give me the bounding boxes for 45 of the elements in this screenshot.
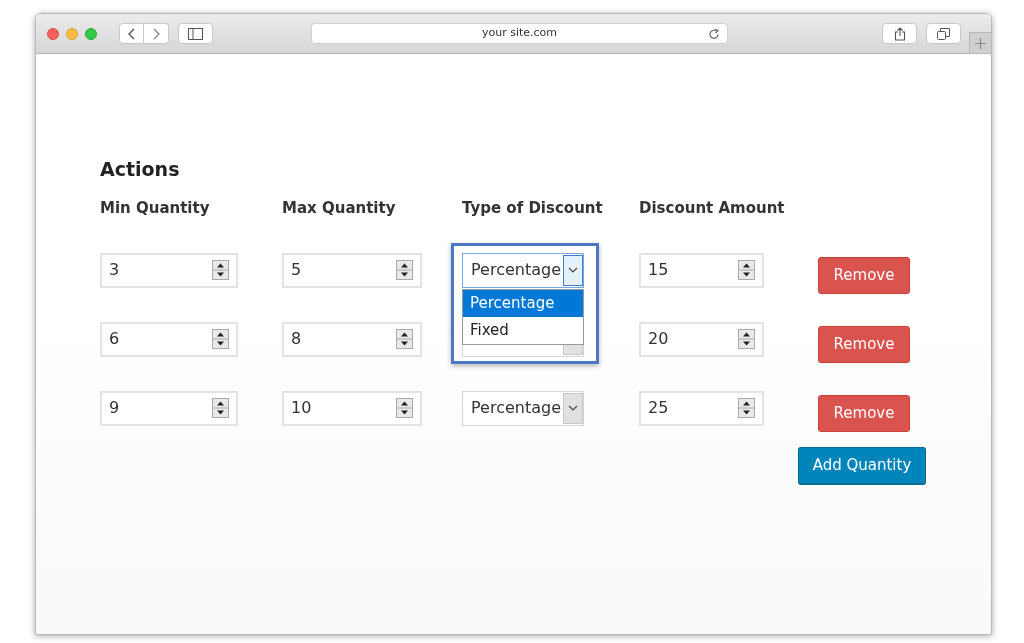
number-field[interactable]: 20 [639, 321, 764, 357]
number-field[interactable]: 6 [100, 321, 238, 357]
spinner-icon[interactable] [738, 260, 755, 280]
sidebar-icon [188, 27, 203, 40]
column-header: Min Quantity [100, 198, 211, 219]
dropdown-option[interactable]: Percentage [463, 289, 583, 317]
column-header: Max Quantity [282, 198, 397, 219]
chevron-down-icon[interactable] [563, 392, 583, 424]
tabs-icon [937, 27, 950, 40]
share-button[interactable] [882, 23, 917, 44]
number-field[interactable]: 5 [282, 252, 422, 288]
section-heading: Actions [100, 157, 181, 181]
address-bar[interactable]: your site.com [311, 23, 728, 44]
spinner-icon[interactable] [396, 398, 413, 418]
select-field[interactable]: Percentage [462, 390, 584, 426]
close-window-icon[interactable] [47, 27, 59, 40]
number-field[interactable]: 10 [282, 390, 422, 426]
spinner-icon[interactable] [212, 329, 229, 349]
remove-button[interactable]: Remove [818, 256, 910, 294]
number-field[interactable]: 15 [639, 252, 764, 288]
url-text: your site.com [481, 25, 558, 42]
spinner-icon[interactable] [396, 260, 413, 280]
sidebar-button[interactable] [178, 23, 213, 44]
spinner-icon[interactable] [738, 329, 755, 349]
number-field[interactable]: 8 [282, 321, 422, 357]
column-header: Discount Amount [639, 198, 786, 219]
number-field[interactable]: 9 [100, 390, 238, 426]
chevron-down-icon[interactable] [563, 254, 583, 286]
add-quantity-button[interactable]: Add Quantity [798, 446, 926, 485]
plus-icon [975, 37, 986, 49]
column-header: Type of Discount [462, 198, 604, 219]
share-icon [893, 26, 906, 41]
remove-button[interactable]: Remove [818, 325, 910, 363]
remove-button[interactable]: Remove [818, 394, 910, 432]
spinner-icon[interactable] [396, 329, 413, 349]
spinner-icon[interactable] [738, 398, 755, 418]
chevron-right-icon [152, 27, 160, 40]
tabs-button[interactable] [926, 23, 961, 44]
number-field[interactable]: 3 [100, 252, 238, 288]
spinner-icon[interactable] [212, 260, 229, 280]
chevron-left-icon [127, 27, 136, 40]
reload-icon[interactable] [709, 28, 720, 40]
select-field[interactable]: Percentage [462, 252, 584, 288]
spinner-icon[interactable] [212, 398, 229, 418]
number-field[interactable]: 25 [639, 390, 764, 426]
